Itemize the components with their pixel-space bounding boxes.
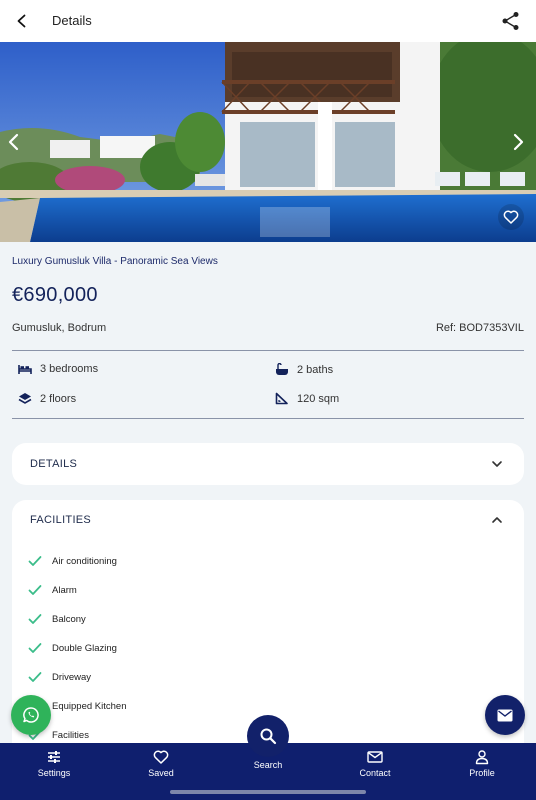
facility-label: Facilities [52,729,89,741]
nav-settings-label: Settings [37,768,71,778]
listing-title: Luxury Gumusluk Villa - Panoramic Sea Vi… [12,256,218,267]
facility-item: Alarm [28,584,77,596]
whatsapp-button[interactable] [11,695,51,735]
nav-settings[interactable]: Settings [14,749,94,778]
check-icon [28,643,42,653]
facilities-section-label: FACILITIES [30,514,92,526]
bed-icon [18,365,32,374]
check-icon [28,585,42,595]
heart-outline-icon [503,210,519,224]
details-section[interactable]: DETAILS [12,443,524,485]
facility-item: Air conditioning [28,555,117,567]
spec-bedrooms-label: 3 bedrooms [40,363,99,375]
chevron-right-icon [513,133,524,151]
gallery-next-button[interactable] [506,130,530,154]
property-photo-gallery[interactable] [0,42,536,242]
facility-label: Double Glazing [52,642,117,654]
favorite-button[interactable] [498,204,524,230]
check-icon [28,556,42,566]
spec-bedrooms: 3 bedrooms [18,363,98,375]
sliders-icon [48,751,60,763]
person-icon [475,750,489,765]
check-icon [28,672,42,682]
chevron-left-icon [17,14,26,28]
facility-label: Air conditioning [52,555,117,567]
chevron-left-icon [8,133,19,151]
facility-item: Double Glazing [28,642,117,654]
facility-item: Balcony [28,613,86,625]
top-app-bar: Details [0,0,536,42]
back-button[interactable] [10,9,34,33]
bathtub-icon [276,363,288,375]
details-section-label: DETAILS [30,458,78,470]
villa-photo [0,42,536,242]
spec-area: 120 sqm [275,392,339,405]
facility-label: Balcony [52,613,86,625]
whatsapp-icon [23,707,39,723]
email-agent-button[interactable] [485,695,525,735]
chevron-down-icon[interactable] [490,457,504,471]
chevron-up-icon[interactable] [490,513,504,527]
set-square-icon [275,392,288,405]
nav-search-label: Search [253,760,283,770]
mail-outline-icon [367,751,383,763]
listing-reference: Ref: BOD7353VIL [435,322,524,334]
facility-label: Alarm [52,584,77,596]
spec-floors-label: 2 floors [40,393,77,405]
facility-item: Driveway [28,671,91,683]
nav-profile-label: Profile [469,768,495,778]
spec-floors: 2 floors [18,392,76,406]
listing-location: Gumusluk, Bodrum [12,322,107,334]
share-button[interactable] [500,10,522,32]
nav-profile[interactable]: Profile [442,749,522,778]
page-title: Details [52,13,92,28]
facility-label: Equipped Kitchen [52,700,127,712]
property-specs: 3 bedrooms 2 baths 2 floors 120 sqm [12,350,524,419]
nav-saved[interactable]: Saved [121,749,201,778]
listing-price: €690,000 [12,284,98,306]
spec-baths-label: 2 baths [297,363,334,376]
spec-area-label: 120 sqm [297,392,340,405]
share-icon [502,12,519,30]
layers-icon [18,393,32,404]
system-home-indicator[interactable] [170,790,366,794]
nav-contact[interactable]: Contact [335,749,415,778]
facility-label: Driveway [52,671,92,683]
search-icon [260,728,277,745]
nav-saved-label: Saved [148,768,174,778]
mail-icon [497,709,513,721]
spec-baths: 2 baths [275,363,333,376]
nav-search-button[interactable] [247,715,289,757]
heart-outline-icon [153,750,169,764]
gallery-prev-button[interactable] [2,130,26,154]
nav-contact-label: Contact [359,768,391,778]
check-icon [28,614,42,624]
